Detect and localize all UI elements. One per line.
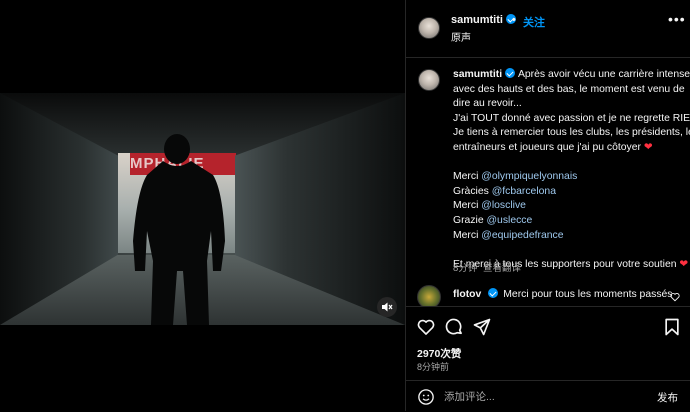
post-time: 8分钟前 [417,362,450,372]
comment-username[interactable]: flotov [453,289,481,300]
verified-badge-icon [505,68,516,79]
heart-icon[interactable] [416,317,436,337]
caption-line: J'ai TOUT donné avec passion et je ne re… [453,112,690,124]
header-username[interactable]: samumtiti [451,14,503,26]
follow-button[interactable]: 关注 [523,14,545,30]
comment-input[interactable] [444,389,644,405]
caption-line: Je tiens à remercier tous les clubs, les… [453,127,690,139]
more-horizontal-icon[interactable]: ••• [668,11,686,27]
comment-text: Merci pour tous les moments passés [503,289,673,300]
video-player[interactable]: MPHALIE [0,93,405,325]
like-comment-heart-icon[interactable] [670,292,680,302]
separator-dot: • [512,14,516,26]
mention-link[interactable]: @equipedefrance [481,230,563,241]
caption-line: entraîneurs et joueurs que j'ai pu côtoy… [453,141,641,153]
caption-username[interactable]: samumtiti [453,69,502,80]
red-heart-emoji-icon: ❤ [643,141,653,153]
post-actions: 2970次赞 8分钟前 发布 [406,306,690,411]
caption-time: 8分钟 [453,263,478,274]
avatar[interactable] [418,17,440,39]
speaker-muted-icon [382,302,393,312]
thanks-line: Merci @olympiquelyonnais [453,171,578,183]
mention-link[interactable]: @olympiquelyonnais [481,171,577,182]
caption-line: avec des hauts et des bas, le moment est… [453,83,685,95]
post-comment-button[interactable]: 发布 [657,390,678,405]
bookmark-icon[interactable] [662,317,682,337]
post-detail-panel: samumtiti • 关注 原声 ••• samumtiti Après av… [405,0,690,411]
likes-count[interactable]: 2970次赞 [417,346,461,361]
mention-link[interactable]: @losclive [481,200,526,211]
post-header: samumtiti • 关注 原声 ••• [406,0,690,58]
emoji-icon[interactable] [417,388,435,406]
post-caption: samumtiti Après avoir vécu une carrière … [453,68,690,272]
caption-line: dire au revoir... [453,98,522,110]
thanks-line: Gràcies @fcbarcelona [453,185,556,197]
audio-label[interactable]: 原声 [451,29,471,44]
mention-link[interactable]: @uslecce [487,215,533,226]
mute-toggle-button[interactable] [377,297,397,317]
verified-badge-icon [488,288,499,299]
see-translation-link[interactable]: 查看翻译 [483,260,521,274]
comment-icon[interactable] [444,317,464,337]
comment-item: flotov Merci pour tous les moments passés [453,288,673,300]
thanks-line: Merci @losclive [453,200,526,212]
thanks-line: Merci @equipedefrance [453,229,564,241]
caption-line: Après avoir vécu une carrière intense [517,69,690,80]
mention-link[interactable]: @fcbarcelona [492,186,556,197]
thanks-line: Grazie @uslecce [453,214,533,226]
post-media: MPHALIE [0,0,405,411]
avatar[interactable] [418,69,440,91]
add-comment-bar: 发布 [406,380,690,412]
share-icon[interactable] [472,317,492,337]
player-silhouette [133,134,225,325]
red-heart-emoji-icon: ❤ [679,258,689,270]
